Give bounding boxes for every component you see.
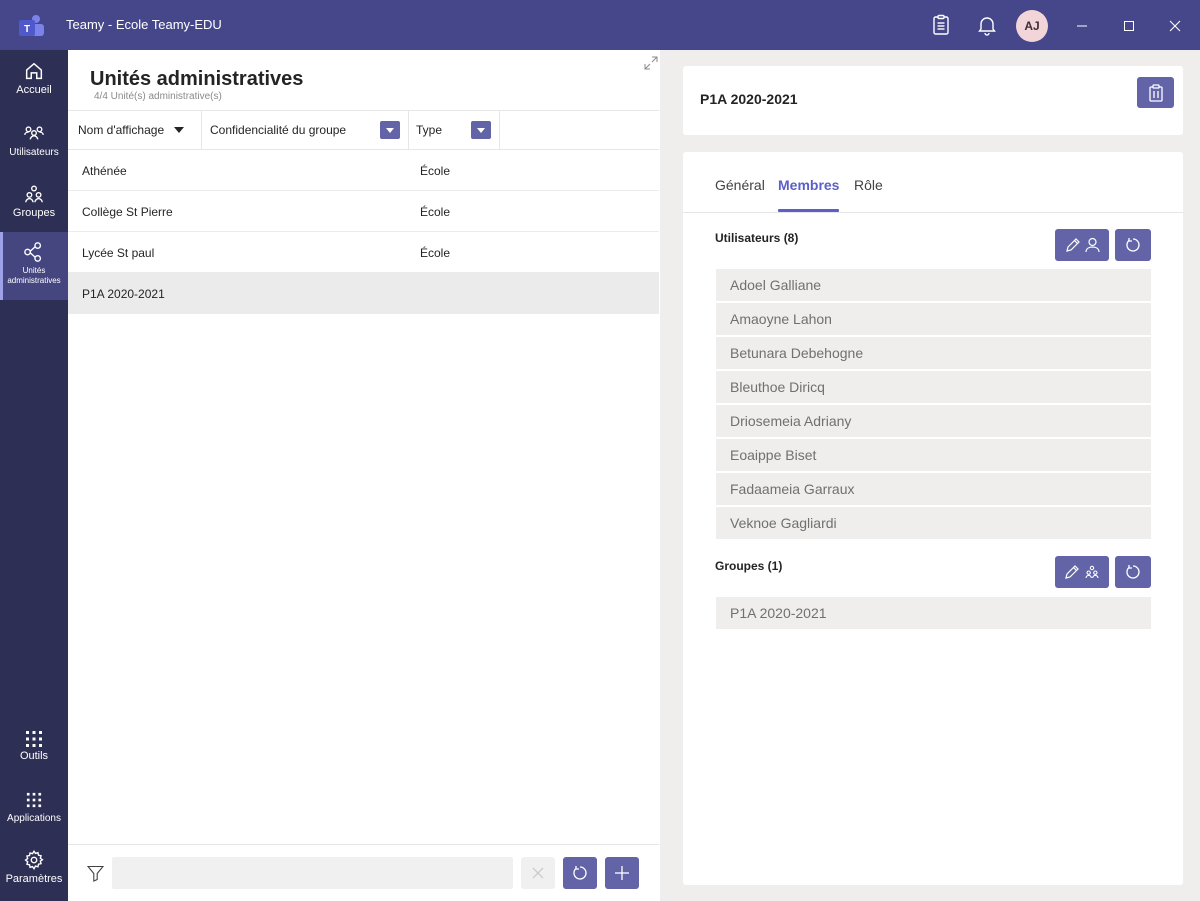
chevron-down-icon <box>386 127 394 133</box>
group-list-item[interactable]: P1A 2020-2021 <box>716 597 1151 629</box>
user-list-item[interactable]: Amaoyne Lahon <box>716 303 1151 335</box>
user-list-item[interactable]: Driosemeia Adriany <box>716 405 1151 437</box>
sort-down-icon <box>174 127 185 133</box>
result-count: 4/4 Unité(s) administrative(s) <box>94 91 222 102</box>
tab-role[interactable]: Rôle <box>854 177 883 193</box>
tab-general[interactable]: Général <box>715 177 765 193</box>
users-icon <box>24 126 44 140</box>
rail-item-utilisateurs[interactable]: Utilisateurs <box>0 122 68 182</box>
privacy-filter-button[interactable] <box>380 121 400 139</box>
cell-name: Lycée St paul <box>82 246 155 260</box>
rail-label: Groupes <box>12 207 56 219</box>
expand-icon[interactable] <box>644 56 658 70</box>
admin-units-list-panel: Unités administratives 4/4 Unité(s) admi… <box>68 50 660 901</box>
teams-logo-icon: T <box>19 15 44 36</box>
close-icon <box>532 867 544 879</box>
type-filter-button[interactable] <box>471 121 491 139</box>
refresh-list-button[interactable] <box>563 857 597 889</box>
detail-header: P1A 2020-2021 <box>683 66 1183 135</box>
user-list-item[interactable]: Fadaameia Garraux <box>716 473 1151 505</box>
home-icon <box>25 62 43 80</box>
filter-icon <box>87 865 104 882</box>
table-row[interactable]: Athénée École <box>68 150 659 191</box>
cell-type: École <box>420 164 451 178</box>
detail-title: P1A 2020-2021 <box>700 91 798 107</box>
table-header: Nom d'affichage Confidencialité du group… <box>68 110 659 150</box>
rail-item-parametres[interactable]: Paramètres <box>0 849 68 901</box>
user-icon <box>1084 237 1100 253</box>
edit-groups-button[interactable] <box>1055 556 1109 588</box>
active-tab-indicator <box>778 209 839 212</box>
refresh-users-button[interactable] <box>1115 229 1151 261</box>
table-row[interactable]: Lycée St paul École <box>68 232 659 273</box>
gear-icon <box>24 850 44 871</box>
grid-icon <box>26 792 42 808</box>
rail-item-outils[interactable]: Outils <box>0 730 68 790</box>
groups-icon <box>25 185 43 203</box>
column-header-privacy[interactable]: Confidencialité du groupe <box>202 111 409 149</box>
user-list-item[interactable]: Betunara Debehogne <box>716 337 1151 369</box>
filter-input[interactable] <box>112 857 513 889</box>
avatar[interactable]: AJ <box>1016 10 1048 42</box>
title-bar: T Teamy - Ecole Teamy-EDU AJ <box>0 0 1200 50</box>
cell-name: Athénée <box>82 164 127 178</box>
admin-units-icon <box>24 242 42 262</box>
rail-label: Unités administratives <box>7 266 61 285</box>
detail-tabs: Général Membres Rôle <box>683 152 1183 213</box>
refresh-icon <box>1126 565 1140 579</box>
pencil-icon <box>1065 238 1080 252</box>
user-list-item[interactable]: Bleuthoe Diricq <box>716 371 1151 403</box>
maximize-icon[interactable] <box>1117 14 1141 38</box>
rail-label: Outils <box>19 750 49 762</box>
chevron-down-icon <box>477 127 485 133</box>
delete-button[interactable] <box>1137 77 1174 108</box>
table-row[interactable]: Collège St Pierre École <box>68 191 659 232</box>
clear-filter-button[interactable] <box>521 857 555 889</box>
user-list-item[interactable]: Adoel Galliane <box>716 269 1151 301</box>
rail-item-unites-administratives[interactable]: Unités administratives <box>0 232 68 300</box>
cell-type: École <box>420 205 451 219</box>
column-header-type[interactable]: Type <box>409 111 500 149</box>
cell-name: P1A 2020-2021 <box>82 287 165 301</box>
clipboard-icon[interactable] <box>929 13 953 37</box>
minimize-icon[interactable] <box>1070 14 1094 38</box>
left-rail: Accueil Utilisateurs Groupes Unités admi… <box>0 50 68 901</box>
tab-membres[interactable]: Membres <box>778 177 839 193</box>
rail-label: Paramètres <box>5 873 63 885</box>
groups-section-label: Groupes (1) <box>715 559 783 573</box>
rail-label: Utilisateurs <box>9 147 59 158</box>
groups-icon <box>1085 565 1099 579</box>
pencil-icon <box>1065 565 1079 579</box>
refresh-groups-button[interactable] <box>1115 556 1151 588</box>
column-header-display-name[interactable]: Nom d'affichage <box>68 111 202 149</box>
cell-name: Collège St Pierre <box>82 205 173 219</box>
user-list-item[interactable]: Eoaippe Biset <box>716 439 1151 471</box>
rail-label: Applications <box>7 813 61 824</box>
clipboard-delete-icon <box>1148 83 1163 102</box>
cell-type: École <box>420 246 451 260</box>
window-title: Teamy - Ecole Teamy-EDU <box>66 17 222 32</box>
edit-users-button[interactable] <box>1055 229 1109 261</box>
rail-item-accueil[interactable]: Accueil <box>0 60 68 120</box>
table-row-selected[interactable]: P1A 2020-2021 <box>68 273 659 314</box>
close-icon[interactable] <box>1163 14 1187 38</box>
page-title: Unités administratives <box>90 68 304 90</box>
detail-body: Général Membres Rôle Utilisateurs (8) Ad… <box>683 152 1183 885</box>
rail-label: Accueil <box>16 84 52 96</box>
rail-item-applications[interactable]: Applications <box>0 792 68 852</box>
svg-text:T: T <box>24 24 30 35</box>
bell-icon[interactable] <box>975 13 999 37</box>
grid-icon <box>26 731 42 747</box>
plus-icon <box>615 866 629 880</box>
list-footer <box>68 844 659 901</box>
users-section-label: Utilisateurs (8) <box>715 231 799 245</box>
add-unit-button[interactable] <box>605 857 639 889</box>
refresh-icon <box>1126 238 1140 252</box>
user-list-item[interactable]: Veknoe Gagliardi <box>716 507 1151 539</box>
refresh-icon <box>573 866 587 880</box>
